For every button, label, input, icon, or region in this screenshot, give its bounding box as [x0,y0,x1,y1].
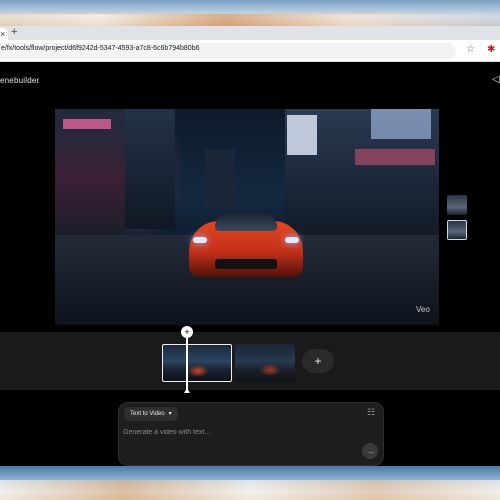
panel-icon[interactable]: ◁ [492,74,500,85]
building-center [205,149,235,209]
add-clip-button[interactable]: + [302,349,334,373]
chevron-down-icon: ▾ [168,411,172,417]
car-windshield [215,213,277,231]
app-title: enebuilder [0,76,40,85]
building-left-2 [125,109,175,229]
scene-thumbnail-selected[interactable] [447,220,467,240]
url-field[interactable]: e/fx/tools/flow/project/d6f9242d-5347-45… [0,43,456,59]
close-icon[interactable]: × [0,29,5,39]
prompt-input[interactable] [123,426,353,438]
timeline-clip[interactable] [235,344,295,382]
playhead-line[interactable] [186,336,188,390]
video-preview[interactable]: Veo [55,109,439,325]
extension-icon[interactable]: ✱ [487,44,495,55]
settings-icon[interactable]: ☷ [367,407,375,418]
headlight-left [193,237,207,243]
star-icon[interactable]: ☆ [466,44,475,55]
billboard-right-2 [371,109,431,139]
new-tab-button[interactable]: + [11,26,17,38]
browser-tab[interactable]: × [0,28,8,40]
tab-strip: × + [0,26,500,40]
mode-dropdown[interactable]: Text to Video ▾ [124,407,178,421]
desktop-wallpaper-top [0,0,500,26]
send-arrow-icon[interactable]: → [362,443,378,459]
playhead-tip [184,388,190,393]
app-area: enebuilder ◁ Veo + + Text to Video ▾ ☷ G… [0,62,500,466]
timeline [0,332,500,390]
neon-sign-left [63,119,111,129]
car-grille [215,259,277,269]
playhead-handle[interactable]: + [181,326,193,338]
building-left [55,109,125,249]
scene-thumbnail[interactable] [447,195,467,215]
veo-watermark: Veo [416,305,430,314]
billboard-right [287,115,317,155]
address-bar: e/fx/tools/flow/project/d6f9242d-5347-45… [0,40,500,62]
mode-label: Text to Video [130,411,165,417]
url-text: e/fx/tools/flow/project/d6f9242d-5347-45… [1,45,200,52]
headlight-right [285,237,299,243]
billboard-right-3 [355,149,435,165]
timeline-clip-selected[interactable] [162,344,232,382]
screen: × + e/fx/tools/flow/project/d6f9242d-534… [0,0,500,500]
desktop-wallpaper-bottom [0,466,500,500]
